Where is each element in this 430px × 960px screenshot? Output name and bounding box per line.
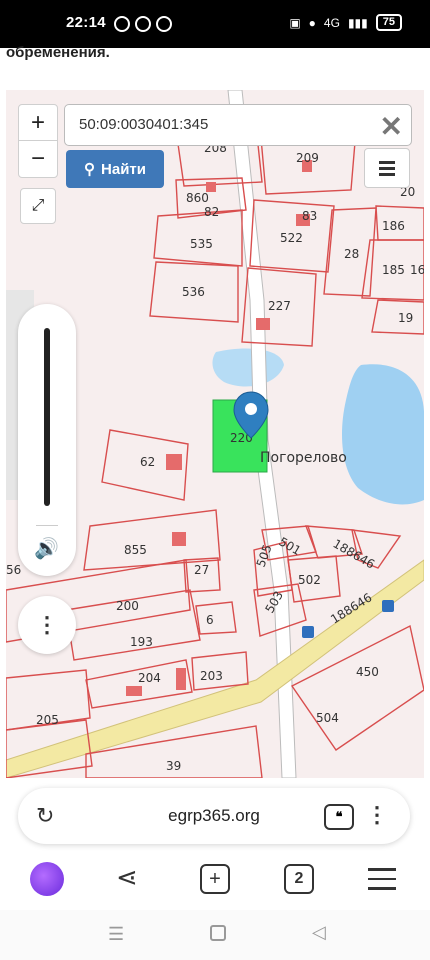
zoom-out-label: − [30, 145, 45, 172]
browser-more-icon[interactable]: ⋮ [366, 802, 388, 828]
share-icon[interactable]: ⋖ [116, 862, 138, 893]
zoom-out-button[interactable]: − [18, 140, 58, 178]
hamburger-line [368, 877, 396, 880]
browser-bottom-nav: ⋖ + 2 [0, 850, 430, 910]
browser-address-bar[interactable]: ↻ egrp365.org ❝ ⋮ [18, 788, 410, 844]
parcel-label: 855 [124, 543, 147, 557]
speaker-icon[interactable]: 🔊 [34, 536, 59, 561]
more-options-button[interactable]: ⋮ [18, 596, 76, 654]
cadastral-search-input[interactable]: 50:09:0030401:345 ✕ [64, 104, 412, 146]
zoom-in-button[interactable]: + [18, 104, 58, 142]
parcel-label: 504 [316, 711, 339, 725]
search-value: 50:09:0030401:345 [79, 116, 209, 133]
network-icon: 4G [323, 15, 340, 30]
cadastral-map[interactable]: 208 209 860 82 535 522 83 28 186 185 20 … [6, 90, 424, 778]
parcel-label: 82 [204, 205, 219, 219]
status-right-icons: ▣ ● 4G ▮▮▮ 75 [289, 14, 402, 31]
hamburger-menu-icon[interactable] [368, 868, 396, 890]
parcel-label: 204 [138, 671, 161, 685]
parcel-label: 6 [206, 613, 214, 627]
fullscreen-button[interactable]: ⤢ [20, 188, 56, 224]
partial-text: обременения [6, 44, 106, 61]
recent-apps-icon[interactable]: ☰ [108, 924, 124, 945]
back-icon[interactable]: ◁ [312, 922, 326, 943]
parcel-label: 193 [130, 635, 153, 649]
road-shield-icon [302, 626, 314, 638]
volume-track[interactable] [44, 328, 50, 506]
page-text-fragment: обременения. [6, 44, 110, 61]
find-button[interactable]: ⚲ Найти [66, 150, 164, 188]
more-vertical-icon: ⋮ [36, 612, 58, 637]
parcel-label: 83 [302, 209, 317, 223]
expand-icon: ⤢ [31, 197, 45, 214]
zoom-in-label: + [30, 109, 45, 136]
system-nav-bar: ☰ ◁ [0, 910, 430, 960]
hamburger-line [368, 868, 396, 871]
parcel-label: 19 [398, 311, 413, 325]
status-left-icons [114, 16, 172, 32]
signal-icon: ▮▮▮ [347, 15, 368, 30]
parcel-label: 536 [182, 285, 205, 299]
status-bar: 22:14 ▣ ● 4G ▮▮▮ 75 [0, 0, 430, 48]
notification-icon-2 [135, 16, 151, 32]
hamburger-line [368, 887, 396, 890]
parcel-label: 200 [116, 599, 139, 613]
parcel-label: 227 [268, 299, 291, 313]
battery-icon: 75 [375, 14, 402, 31]
parcel-label: 27 [194, 563, 209, 577]
reader-quote-icon[interactable]: ❝ [324, 804, 354, 830]
place-name-label: Погорелово [260, 450, 347, 466]
parcel-label: 205 [36, 713, 59, 727]
parcel-label: 450 [356, 665, 379, 679]
menu-icon-line [379, 167, 395, 170]
menu-icon-line [379, 173, 395, 176]
parcel-label: 860 [186, 191, 209, 205]
marker-dot [245, 403, 257, 415]
road-shield-icon-2 [382, 600, 394, 612]
parcel-label: 39 [166, 759, 181, 773]
parcel-label: 203 [200, 669, 223, 683]
notification-icon-3 [156, 16, 172, 32]
notification-icon [114, 16, 130, 32]
tabs-count-button[interactable]: 2 [284, 864, 314, 894]
status-time: 22:14 [66, 14, 106, 31]
new-tab-icon[interactable]: + [200, 864, 230, 894]
menu-icon [379, 161, 395, 164]
home-icon[interactable] [210, 925, 226, 941]
parcel-label: 62 [140, 455, 155, 469]
parcel-label: 502 [298, 573, 321, 587]
parcel-label: 185 [382, 263, 405, 277]
parcel-label: 28 [344, 247, 359, 261]
parcel-label: 522 [280, 231, 303, 245]
parcel-label: 56 [6, 563, 21, 577]
clear-icon[interactable]: ✕ [380, 110, 403, 143]
find-button-label: Найти [101, 160, 146, 178]
parcel-label: 209 [296, 151, 319, 165]
volume-slider[interactable]: 🔊 [18, 304, 76, 576]
parcel-label: 16 [410, 263, 424, 277]
alice-assistant-icon[interactable] [30, 862, 64, 896]
slider-divider [36, 525, 58, 526]
map-menu-button[interactable] [364, 148, 410, 188]
parcel-label: 535 [190, 237, 213, 251]
location-icon: ● [308, 15, 316, 30]
nfc-icon: ▣ [289, 15, 301, 30]
search-icon: ⚲ [84, 161, 96, 178]
parcel-label: 186 [382, 219, 405, 233]
